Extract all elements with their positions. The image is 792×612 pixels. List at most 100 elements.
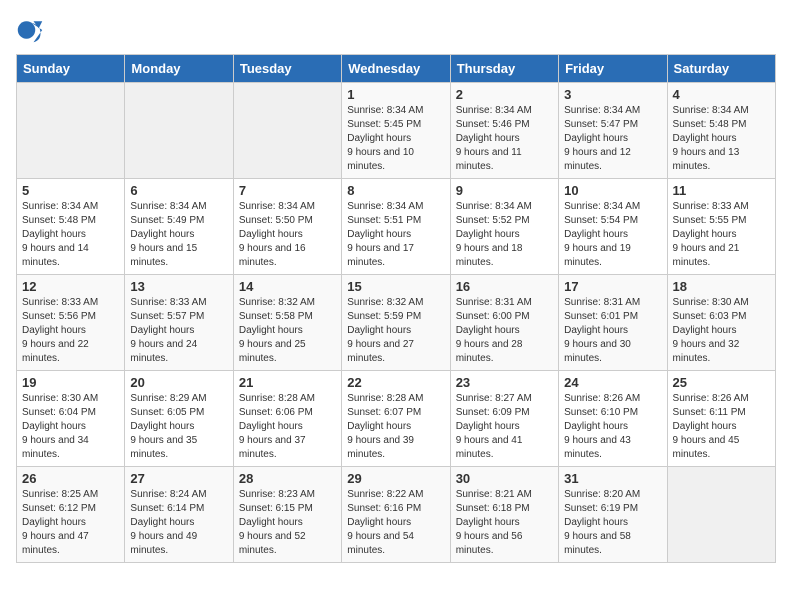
day-info: Sunrise: 8:26 AMSunset: 6:10 PMDaylight … bbox=[564, 392, 661, 462]
calendar-cell: 27 Sunrise: 8:24 AMSunset: 6:14 PMDayligh… bbox=[125, 467, 233, 563]
day-number: 26 bbox=[22, 471, 119, 486]
calendar-cell: 6 Sunrise: 8:34 AMSunset: 5:49 PMDaylight… bbox=[125, 179, 233, 275]
day-number: 15 bbox=[347, 279, 444, 294]
day-number: 23 bbox=[456, 375, 553, 390]
weekday-header: Wednesday bbox=[342, 55, 450, 83]
calendar-cell: 18Sunrise: 8:30 AMSunset: 6:03 PMDayligh… bbox=[667, 275, 775, 371]
day-info: Sunrise: 8:23 AMSunset: 6:15 PMDaylight … bbox=[239, 488, 336, 558]
day-number: 17 bbox=[564, 279, 661, 294]
logo-icon bbox=[16, 16, 44, 44]
day-info: Sunrise: 8:34 AMSunset: 5:51 PMDaylight … bbox=[347, 200, 444, 270]
page-header bbox=[16, 16, 776, 44]
calendar-cell: 7Sunrise: 8:34 AMSunset: 5:50 PMDaylight… bbox=[233, 179, 341, 275]
day-number: 13 bbox=[130, 279, 227, 294]
day-number: 11 bbox=[673, 183, 770, 198]
calendar-cell: 9Sunrise: 8:34 AMSunset: 5:52 PMDaylight… bbox=[450, 179, 558, 275]
day-number: 7 bbox=[239, 183, 336, 198]
day-info: Sunrise: 8:33 AMSunset: 5:55 PMDaylight … bbox=[673, 200, 770, 270]
calendar-week-row: 1 Sunrise: 8:34 AMSunset: 5:45 PMDaylight… bbox=[17, 83, 776, 179]
day-info: Sunrise: 8:30 AMSunset: 6:03 PMDaylight … bbox=[673, 296, 770, 366]
calendar-cell: 2Sunrise: 8:34 AMSunset: 5:46 PMDaylight… bbox=[450, 83, 558, 179]
day-number: 16 bbox=[456, 279, 553, 294]
calendar-table: SundayMondayTuesdayWednesdayThursdayFrid… bbox=[16, 54, 776, 563]
calendar-cell bbox=[233, 83, 341, 179]
day-number: 30 bbox=[456, 471, 553, 486]
day-info: Sunrise: 8:30 AMSunset: 6:04 PMDaylight … bbox=[22, 392, 119, 462]
calendar-cell: 31Sunrise: 8:20 AMSunset: 6:19 PMDayligh… bbox=[559, 467, 667, 563]
day-info: Sunrise: 8:31 AMSunset: 6:00 PMDaylight … bbox=[456, 296, 553, 366]
calendar-cell: 20 Sunrise: 8:29 AMSunset: 6:05 PMDayligh… bbox=[125, 371, 233, 467]
day-info: Sunrise: 8:34 AMSunset: 5:54 PMDaylight … bbox=[564, 200, 661, 270]
day-number: 9 bbox=[456, 183, 553, 198]
calendar-cell: 30 Sunrise: 8:21 AMSunset: 6:18 PMDayligh… bbox=[450, 467, 558, 563]
day-info: Sunrise: 8:33 AMSunset: 5:57 PMDaylight … bbox=[130, 296, 227, 366]
calendar-cell: 28 Sunrise: 8:23 AMSunset: 6:15 PMDayligh… bbox=[233, 467, 341, 563]
day-info: Sunrise: 8:34 AMSunset: 5:49 PMDaylight … bbox=[130, 200, 227, 270]
calendar-cell: 15Sunrise: 8:32 AMSunset: 5:59 PMDayligh… bbox=[342, 275, 450, 371]
calendar-cell: 19 Sunrise: 8:30 AMSunset: 6:04 PMDayligh… bbox=[17, 371, 125, 467]
day-number: 31 bbox=[564, 471, 661, 486]
day-number: 21 bbox=[239, 375, 336, 390]
day-number: 25 bbox=[673, 375, 770, 390]
day-info: Sunrise: 8:32 AMSunset: 5:58 PMDaylight … bbox=[239, 296, 336, 366]
calendar-week-row: 26 Sunrise: 8:25 AMSunset: 6:12 PMDayligh… bbox=[17, 467, 776, 563]
day-info: Sunrise: 8:34 AMSunset: 5:48 PMDaylight … bbox=[22, 200, 119, 270]
day-number: 20 bbox=[130, 375, 227, 390]
day-number: 3 bbox=[564, 87, 661, 102]
calendar-cell: 25 Sunrise: 8:26 AMSunset: 6:11 PMDayligh… bbox=[667, 371, 775, 467]
calendar-cell: 3 Sunrise: 8:34 AMSunset: 5:47 PMDaylight… bbox=[559, 83, 667, 179]
day-info: Sunrise: 8:34 AMSunset: 5:48 PMDaylight … bbox=[673, 104, 770, 174]
calendar-week-row: 12Sunrise: 8:33 AMSunset: 5:56 PMDayligh… bbox=[17, 275, 776, 371]
day-info: Sunrise: 8:29 AMSunset: 6:05 PMDaylight … bbox=[130, 392, 227, 462]
weekday-header: Saturday bbox=[667, 55, 775, 83]
day-number: 22 bbox=[347, 375, 444, 390]
calendar-cell: 29 Sunrise: 8:22 AMSunset: 6:16 PMDayligh… bbox=[342, 467, 450, 563]
calendar-cell: 12Sunrise: 8:33 AMSunset: 5:56 PMDayligh… bbox=[17, 275, 125, 371]
day-info: Sunrise: 8:26 AMSunset: 6:11 PMDaylight … bbox=[673, 392, 770, 462]
weekday-header: Friday bbox=[559, 55, 667, 83]
day-number: 28 bbox=[239, 471, 336, 486]
day-info: Sunrise: 8:22 AMSunset: 6:16 PMDaylight … bbox=[347, 488, 444, 558]
calendar-cell: 26 Sunrise: 8:25 AMSunset: 6:12 PMDayligh… bbox=[17, 467, 125, 563]
calendar-cell: 1 Sunrise: 8:34 AMSunset: 5:45 PMDaylight… bbox=[342, 83, 450, 179]
weekday-header: Monday bbox=[125, 55, 233, 83]
calendar-week-row: 5 Sunrise: 8:34 AMSunset: 5:48 PMDaylight… bbox=[17, 179, 776, 275]
weekday-header: Tuesday bbox=[233, 55, 341, 83]
day-info: Sunrise: 8:28 AMSunset: 6:07 PMDaylight … bbox=[347, 392, 444, 462]
day-info: Sunrise: 8:34 AMSunset: 5:45 PMDaylight … bbox=[347, 104, 444, 174]
day-number: 29 bbox=[347, 471, 444, 486]
day-info: Sunrise: 8:24 AMSunset: 6:14 PMDaylight … bbox=[130, 488, 227, 558]
calendar-cell: 24 Sunrise: 8:26 AMSunset: 6:10 PMDayligh… bbox=[559, 371, 667, 467]
day-info: Sunrise: 8:25 AMSunset: 6:12 PMDaylight … bbox=[22, 488, 119, 558]
weekday-header: Sunday bbox=[17, 55, 125, 83]
day-number: 6 bbox=[130, 183, 227, 198]
calendar-cell: 16 Sunrise: 8:31 AMSunset: 6:00 PMDayligh… bbox=[450, 275, 558, 371]
calendar-cell: 23 Sunrise: 8:27 AMSunset: 6:09 PMDayligh… bbox=[450, 371, 558, 467]
day-info: Sunrise: 8:33 AMSunset: 5:56 PMDaylight … bbox=[22, 296, 119, 366]
calendar-cell: 8 Sunrise: 8:34 AMSunset: 5:51 PMDaylight… bbox=[342, 179, 450, 275]
day-number: 5 bbox=[22, 183, 119, 198]
calendar-cell: 13 Sunrise: 8:33 AMSunset: 5:57 PMDayligh… bbox=[125, 275, 233, 371]
day-number: 8 bbox=[347, 183, 444, 198]
day-info: Sunrise: 8:27 AMSunset: 6:09 PMDaylight … bbox=[456, 392, 553, 462]
calendar-cell: 14 Sunrise: 8:32 AMSunset: 5:58 PMDayligh… bbox=[233, 275, 341, 371]
day-number: 19 bbox=[22, 375, 119, 390]
day-number: 14 bbox=[239, 279, 336, 294]
day-number: 27 bbox=[130, 471, 227, 486]
logo bbox=[16, 16, 48, 44]
calendar-cell: 22 Sunrise: 8:28 AMSunset: 6:07 PMDayligh… bbox=[342, 371, 450, 467]
calendar-week-row: 19 Sunrise: 8:30 AMSunset: 6:04 PMDayligh… bbox=[17, 371, 776, 467]
day-info: Sunrise: 8:21 AMSunset: 6:18 PMDaylight … bbox=[456, 488, 553, 558]
day-info: Sunrise: 8:31 AMSunset: 6:01 PMDaylight … bbox=[564, 296, 661, 366]
day-info: Sunrise: 8:34 AMSunset: 5:47 PMDaylight … bbox=[564, 104, 661, 174]
day-info: Sunrise: 8:34 AMSunset: 5:46 PMDaylight … bbox=[456, 104, 553, 174]
calendar-cell: 11 Sunrise: 8:33 AMSunset: 5:55 PMDayligh… bbox=[667, 179, 775, 275]
day-number: 24 bbox=[564, 375, 661, 390]
calendar-cell: 21 Sunrise: 8:28 AMSunset: 6:06 PMDayligh… bbox=[233, 371, 341, 467]
calendar-cell bbox=[667, 467, 775, 563]
calendar-cell: 17 Sunrise: 8:31 AMSunset: 6:01 PMDayligh… bbox=[559, 275, 667, 371]
day-number: 10 bbox=[564, 183, 661, 198]
day-number: 1 bbox=[347, 87, 444, 102]
calendar-cell bbox=[17, 83, 125, 179]
day-info: Sunrise: 8:28 AMSunset: 6:06 PMDaylight … bbox=[239, 392, 336, 462]
